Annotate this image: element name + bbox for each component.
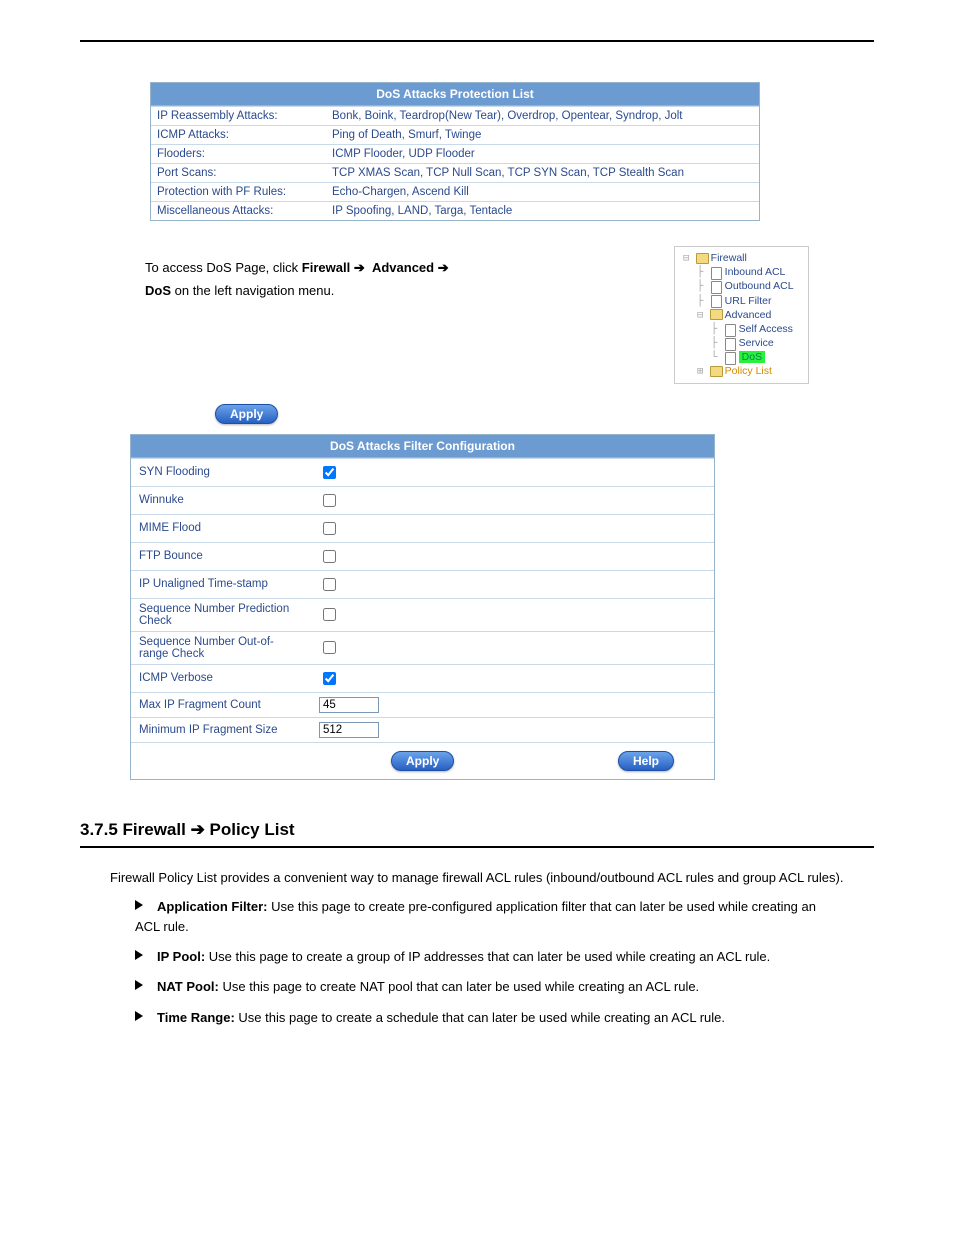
arrow-right-icon: ➔: [354, 260, 369, 275]
config-checkbox[interactable]: [323, 608, 336, 621]
tree-firewall[interactable]: ⊟ Firewall: [679, 251, 804, 265]
section-heading: 3.7.5 Firewall ➔ Policy List: [80, 820, 874, 840]
bullet-list: Application Filter: Use this page to cre…: [135, 897, 819, 1028]
bullet-icon: [135, 900, 143, 910]
list-item: Time Range: Use this page to create a sc…: [135, 1008, 819, 1028]
bullet-icon: [135, 950, 143, 960]
config-table: DoS Attacks Filter Configuration SYN Flo…: [130, 434, 715, 780]
folder-open-icon: [710, 309, 723, 320]
doc-icon: [710, 267, 723, 278]
bullet-icon: [135, 1011, 143, 1021]
list-item: Application Filter: Use this page to cre…: [135, 897, 819, 937]
tree-outbound[interactable]: ├ Outbound ACL: [679, 279, 804, 293]
doc-icon: [724, 338, 737, 349]
config-checkbox[interactable]: [323, 550, 336, 563]
table-row: ICMP Attacks:Ping of Death, Smurf, Twing…: [151, 125, 759, 144]
table-row: IP Unaligned Time-stamp: [131, 570, 714, 598]
config-label: FTP Bounce: [131, 542, 311, 570]
section-rule: [80, 846, 874, 848]
table-row: MIME Flood: [131, 514, 714, 542]
config-label: SYN Flooding: [131, 458, 311, 486]
folder-open-icon: [696, 253, 709, 264]
config-label: IP Unaligned Time-stamp: [131, 570, 311, 598]
tree-inbound[interactable]: ├ Inbound ACL: [679, 265, 804, 279]
protection-header: DoS Attacks Protection List: [151, 83, 759, 106]
config-label: Sequence Number Prediction Check: [131, 598, 311, 631]
table-row: Minimum IP Fragment Size: [131, 717, 714, 742]
table-row: Port Scans:TCP XMAS Scan, TCP Null Scan,…: [151, 163, 759, 182]
config-input[interactable]: [319, 697, 379, 713]
section-intro: Firewall Policy List provides a convenie…: [110, 868, 844, 888]
folder-closed-icon: [710, 366, 723, 377]
arrow-right-icon: ➔: [438, 260, 449, 275]
table-row: FTP Bounce: [131, 542, 714, 570]
table-row: IP Reassembly Attacks:Bonk, Boink, Teard…: [151, 106, 759, 125]
table-row: SYN Flooding: [131, 458, 714, 486]
config-checkbox[interactable]: [323, 641, 336, 654]
list-item: NAT Pool: Use this page to create NAT po…: [135, 977, 819, 997]
config-footer: Apply Help: [131, 742, 714, 779]
tree-dos[interactable]: └ DoS: [679, 350, 804, 364]
table-row: Winnuke: [131, 486, 714, 514]
doc-icon: [710, 295, 723, 306]
config-checkbox[interactable]: [323, 672, 336, 685]
config-header: DoS Attacks Filter Configuration: [131, 435, 714, 458]
config-checkbox[interactable]: [323, 522, 336, 535]
config-checkbox[interactable]: [323, 494, 336, 507]
table-row: Miscellaneous Attacks:IP Spoofing, LAND,…: [151, 201, 759, 220]
nav-paragraph: ⊟ Firewall ├ Inbound ACL ├ Outbound ACL …: [145, 256, 809, 384]
table-row: Sequence Number Out-of-range Check: [131, 631, 714, 664]
tree-urlfilter[interactable]: ├ URL Filter: [679, 294, 804, 308]
config-checkbox[interactable]: [323, 466, 336, 479]
list-item: IP Pool: Use this page to create a group…: [135, 947, 819, 967]
config-label: MIME Flood: [131, 514, 311, 542]
bullet-icon: [135, 980, 143, 990]
tree-advanced[interactable]: ⊟ Advanced: [679, 308, 804, 322]
config-label: Winnuke: [131, 486, 311, 514]
tree-service[interactable]: ├ Service: [679, 336, 804, 350]
config-checkbox[interactable]: [323, 578, 336, 591]
table-row: Max IP Fragment Count: [131, 692, 714, 717]
apply-button[interactable]: Apply: [215, 404, 278, 424]
tree-selfaccess[interactable]: ├ Self Access: [679, 322, 804, 336]
protection-rows: IP Reassembly Attacks:Bonk, Boink, Teard…: [151, 106, 759, 220]
apply-button[interactable]: Apply: [391, 751, 454, 771]
tree-policy[interactable]: ⊞ Policy List: [679, 364, 804, 378]
config-label: ICMP Verbose: [131, 664, 311, 692]
doc-icon: [724, 324, 737, 335]
protection-table: DoS Attacks Protection List IP Reassembl…: [150, 82, 760, 221]
nav-tree: ⊟ Firewall ├ Inbound ACL ├ Outbound ACL …: [674, 246, 809, 384]
table-row: Sequence Number Prediction Check: [131, 598, 714, 631]
config-label: Minimum IP Fragment Size: [131, 717, 311, 742]
table-row: ICMP Verbose: [131, 664, 714, 692]
help-button[interactable]: Help: [618, 751, 674, 771]
table-row: Flooders:ICMP Flooder, UDP Flooder: [151, 144, 759, 163]
config-label: Sequence Number Out-of-range Check: [131, 631, 311, 664]
arrow-right-icon: ➔: [191, 820, 205, 839]
doc-icon: [724, 352, 737, 363]
config-input[interactable]: [319, 722, 379, 738]
top-rule: [80, 40, 874, 42]
config-label: Max IP Fragment Count: [131, 692, 311, 717]
nav-text: To access DoS Page, click Firewall ➔ Adv…: [145, 260, 449, 298]
doc-icon: [710, 281, 723, 292]
table-row: Protection with PF Rules:Echo-Chargen, A…: [151, 182, 759, 201]
